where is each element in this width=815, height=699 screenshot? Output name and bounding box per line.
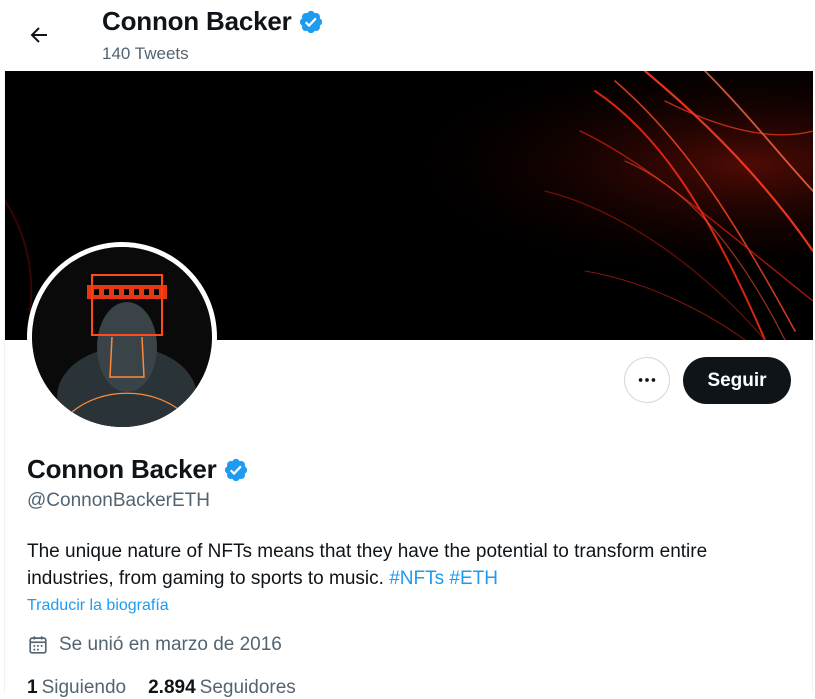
tweet-count: 140 Tweets	[102, 44, 189, 63]
following-count: 1	[27, 677, 38, 698]
profile-name-row: Connon Backer	[27, 454, 249, 485]
profile-bio: The unique nature of NFTs means that the…	[27, 538, 797, 592]
header-display-name: Connon Backer	[102, 6, 292, 36]
more-options-button[interactable]	[624, 357, 670, 403]
join-date-text: Se unió en marzo de 2016	[59, 634, 282, 655]
bio-text: The unique nature of NFTs means that the…	[27, 541, 708, 589]
back-button[interactable]	[20, 16, 58, 54]
profile-display-name: Connon Backer	[27, 454, 217, 484]
hashtag-link[interactable]: #NFTs	[389, 568, 444, 589]
more-horizontal-icon	[638, 378, 656, 382]
verified-badge-icon	[298, 9, 324, 35]
calendar-icon	[27, 634, 49, 656]
join-date: Se unió en marzo de 2016	[27, 634, 282, 656]
followers-count: 2.894	[148, 677, 196, 698]
following-label: Siguiendo	[41, 677, 127, 698]
followers-label: Seguidores	[199, 677, 296, 698]
following-link[interactable]: 1 Siguiendo	[27, 677, 126, 699]
header-name-row: Connon Backer	[102, 6, 324, 37]
follow-stats: 1 Siguiendo 2.894 Seguidores	[27, 677, 296, 699]
profile-header-bar: Connon Backer 140 Tweets	[0, 0, 815, 71]
arrow-left-icon	[30, 27, 47, 43]
hashtag-link[interactable]: #ETH	[449, 568, 498, 589]
avatar-image	[32, 247, 212, 427]
translate-bio-link[interactable]: Traducir la biografía	[27, 597, 169, 615]
follow-button[interactable]: Seguir	[683, 357, 791, 404]
followers-link[interactable]: 2.894 Seguidores	[148, 677, 296, 699]
verified-badge-icon[interactable]	[223, 457, 249, 483]
profile-avatar[interactable]	[27, 242, 217, 432]
profile-handle: @ConnonBackerETH	[27, 490, 210, 511]
